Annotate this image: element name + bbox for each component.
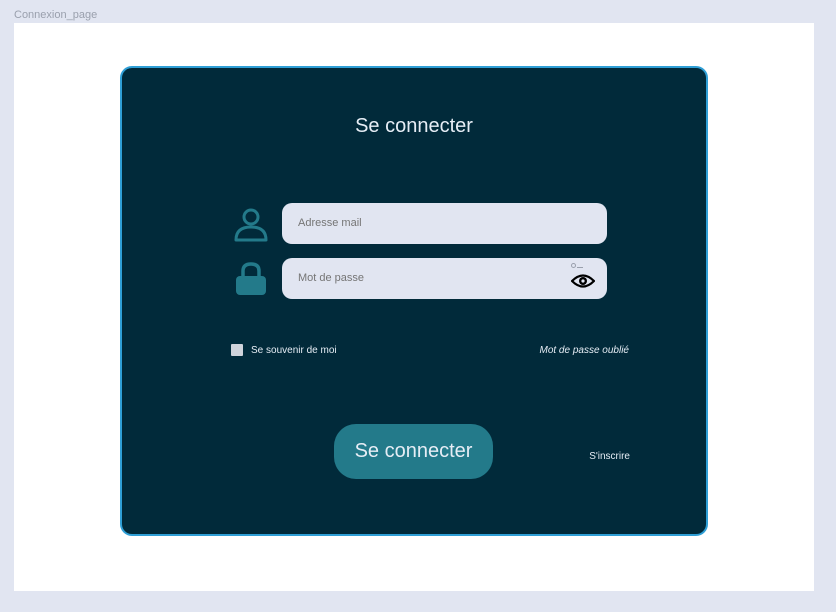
login-card: Se connecter Se souvenir de moi Mot de p…	[120, 66, 708, 536]
forgot-password-link[interactable]: Mot de passe oublié	[539, 345, 629, 356]
remember-checkbox[interactable]	[231, 344, 243, 356]
resize-handle-dash	[577, 267, 583, 268]
lock-icon	[236, 262, 266, 295]
resize-handle	[571, 263, 576, 268]
email-field[interactable]	[282, 203, 607, 244]
frame-label: Connexion_page	[14, 9, 98, 21]
password-field[interactable]	[282, 258, 607, 299]
remember-me[interactable]: Se souvenir de moi	[231, 344, 337, 356]
signup-link[interactable]: S'inscrire	[589, 451, 630, 462]
login-button[interactable]: Se connecter	[334, 424, 493, 479]
page-frame: Se connecter Se souvenir de moi Mot de p…	[14, 23, 814, 591]
eye-icon[interactable]	[571, 271, 595, 291]
remember-label: Se souvenir de moi	[251, 344, 337, 356]
login-title: Se connecter	[355, 115, 473, 137]
user-icon	[234, 208, 268, 242]
